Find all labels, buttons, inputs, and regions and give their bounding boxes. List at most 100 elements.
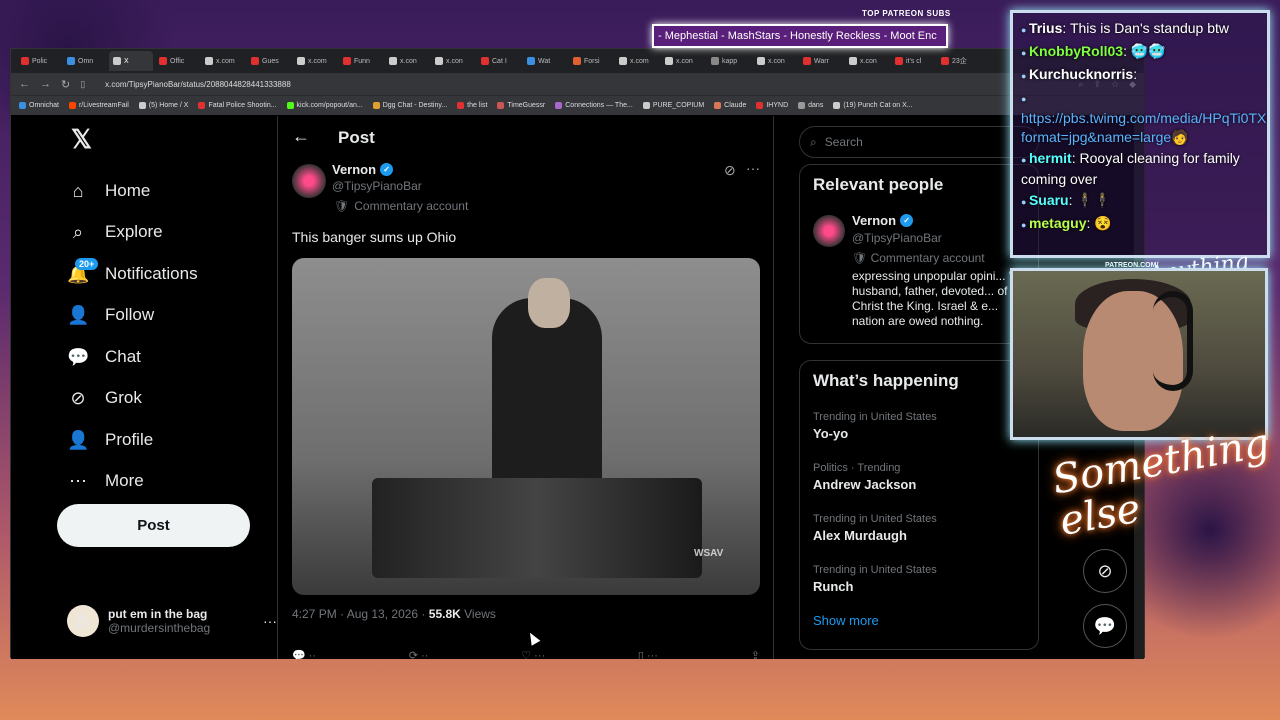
browser-tab[interactable]: x.con [431, 51, 475, 71]
chat-link[interactable]: https://pbs.twimg.com/media/HPqTi0TXoAAG… [1021, 110, 1267, 145]
post-action-button[interactable]: ⇪ [751, 649, 760, 659]
tab-label: x.con [768, 57, 785, 65]
browser-tab[interactable]: Omn [63, 51, 107, 71]
browser-tab[interactable]: x.con [753, 51, 797, 71]
commentary-text: Commentary account [354, 199, 469, 213]
bookmarks-bar: Omnichat r/LivestreamFail (5) Home / X Fata… [11, 95, 1144, 115]
bookmark-item[interactable]: Fatal Police Shootin... [198, 102, 277, 109]
forward-icon[interactable]: → [40, 78, 51, 90]
bookmark-icon[interactable]: ▯ [80, 79, 85, 90]
browser-tab[interactable]: Offic [155, 51, 199, 71]
browser-tab[interactable]: x.con [385, 51, 429, 71]
chat-badge-icon: ● [1021, 220, 1029, 230]
relevant-name[interactable]: Vernon ✓ [852, 213, 914, 228]
bookmark-item[interactable]: PURE_COPIUM [642, 102, 704, 109]
browser-tab[interactable]: Gues [247, 51, 291, 71]
browser-tab[interactable]: 23企 [937, 51, 981, 71]
bookmark-item[interactable]: IHYND [756, 102, 788, 109]
trend-item[interactable]: Trending in United States Alex Murdaugh [813, 513, 937, 543]
chat-text: 🥶🥶 [1130, 43, 1166, 59]
back-icon[interactable]: ← [19, 78, 30, 90]
messages-fab-icon[interactable]: 💬 [1083, 604, 1127, 648]
reload-icon[interactable]: ↻ [61, 78, 70, 91]
browser-tab[interactable]: x.con [845, 51, 889, 71]
nav-item-home[interactable]: ⌂ Home [67, 173, 151, 209]
more-dots-icon[interactable]: ··· [263, 613, 277, 629]
tab-label: Funn [354, 57, 370, 65]
tab-label: Omn [78, 57, 94, 65]
chat-message: ● hermit: Rooyal cleaning for family com… [1021, 150, 1240, 187]
post-action-button[interactable]: ⟳ ·· [409, 649, 429, 659]
bookmark-item[interactable]: kick.com/popout/an... [286, 102, 363, 109]
nav-item-profile[interactable]: 👤 Profile [67, 422, 153, 458]
post-button[interactable]: Post [57, 504, 250, 547]
bookmark-label: Fatal Police Shootin... [208, 102, 277, 109]
back-arrow-icon[interactable]: ← [292, 126, 310, 147]
nav-item-more[interactable]: ⋯ More [67, 463, 144, 499]
bookmark-item[interactable]: the list [457, 102, 487, 109]
post-more-icon[interactable]: ··· [746, 160, 760, 176]
post-column: ← Post Vernon ✓ @TipsyPianoBar 🛡 Comment… [277, 116, 774, 659]
browser-tab[interactable]: Warr [799, 51, 843, 71]
chat-username: hermit [1028, 150, 1072, 166]
bookmark-item[interactable]: (19) Punch Cat on X... [833, 102, 913, 109]
author-avatar[interactable] [292, 164, 326, 198]
post-video[interactable]: WSAV [292, 258, 760, 595]
search-placeholder: Search [824, 135, 863, 149]
relevant-avatar[interactable] [813, 215, 845, 247]
browser-tab[interactable]: X [109, 51, 153, 71]
bookmark-item[interactable]: Omnichat [19, 102, 59, 109]
nav-label: Chat [105, 347, 141, 366]
bookmark-item[interactable]: Connections — The... [555, 102, 633, 109]
post-action-button[interactable]: ♡ ··· [521, 649, 545, 659]
bookmark-item[interactable]: dans [798, 102, 823, 109]
bookmark-item[interactable]: r/LivestreamFail [68, 102, 129, 109]
tab-label: 23企 [952, 58, 967, 65]
chat-username: metaguy [1028, 215, 1087, 231]
notifications-icon: 🔔 20+ [67, 257, 99, 285]
browser-tab[interactable]: x.com [293, 51, 337, 71]
nav-item-chat[interactable]: 💬 Chat [67, 339, 141, 375]
browser-tab[interactable]: Forsi [569, 51, 613, 71]
browser-tab[interactable]: x.com [201, 51, 245, 71]
post-action-button[interactable]: ▯ ··· [638, 649, 658, 659]
bookmark-favicon-icon [138, 102, 146, 109]
post-action-button[interactable]: 💬 ·· [292, 649, 316, 659]
browser-tab[interactable]: it's cl [891, 51, 935, 71]
browser-tab[interactable]: Polic [17, 51, 61, 71]
author-name[interactable]: Vernon ✓ [332, 162, 394, 177]
bookmark-item[interactable]: (5) Home / X [138, 102, 188, 109]
bookmark-item[interactable]: TimeGuessr [497, 102, 545, 109]
bookmark-item[interactable]: Claude [714, 102, 746, 109]
nav-item-notifications[interactable]: 🔔 20+ Notifications [67, 256, 198, 292]
browser-tab[interactable]: Cat I [477, 51, 521, 71]
browser-tab[interactable]: x.con [661, 51, 705, 71]
browser-tab[interactable]: x.com [615, 51, 659, 71]
url-field[interactable]: x.com/TipsyPianoBar/status/2088044828441… [105, 80, 1068, 89]
tab-bar: Polic Omn X Offic x.com Gues x.com Funn x.con x.c… [11, 49, 1144, 73]
trend-item[interactable]: Trending in United States Runch [813, 564, 937, 594]
ticker-label: TOP PATREON SUBS [862, 9, 951, 18]
views-label: Views [460, 607, 496, 621]
nav-item-explore[interactable]: ⌕ Explore [67, 214, 163, 250]
trend-item[interactable]: Trending in United States Yo-yo [813, 411, 937, 441]
x-logo-icon[interactable]: 𝕏 [71, 124, 92, 155]
search-input[interactable]: ⌕ Search [799, 126, 1039, 158]
account-switcher[interactable]: 🛍 put em in the bag @murdersinthebag ··· [67, 601, 277, 641]
nav-label: Explore [105, 222, 163, 241]
author-handle[interactable]: @TipsyPianoBar [332, 179, 422, 193]
x-page: 𝕏 ⌂ Home ⌕ Explore 🔔 20+ Notifications 👤 Follow 💬… [11, 116, 1144, 659]
post-time[interactable]: 4:27 PM · Aug 13, 2026 · [292, 607, 429, 621]
browser-tab[interactable]: Wat [523, 51, 567, 71]
bookmark-item[interactable]: Dgg Chat - Destiny... [372, 102, 447, 109]
grok-fab-icon[interactable]: ⊘ [1083, 549, 1127, 593]
nav-item-grok[interactable]: ⊘ Grok [67, 380, 141, 416]
browser-tab[interactable]: Funn [339, 51, 383, 71]
browser-tab[interactable]: kapp [707, 51, 751, 71]
nav-item-follow[interactable]: 👤 Follow [67, 297, 154, 333]
grok-icon[interactable]: ⊘ [724, 162, 736, 179]
chat-username: Kurchucknorris [1028, 66, 1134, 82]
tab-favicon-icon [251, 57, 259, 65]
trend-item[interactable]: Politics · Trending Andrew Jackson [813, 462, 916, 492]
show-more-link[interactable]: Show more [813, 613, 879, 628]
